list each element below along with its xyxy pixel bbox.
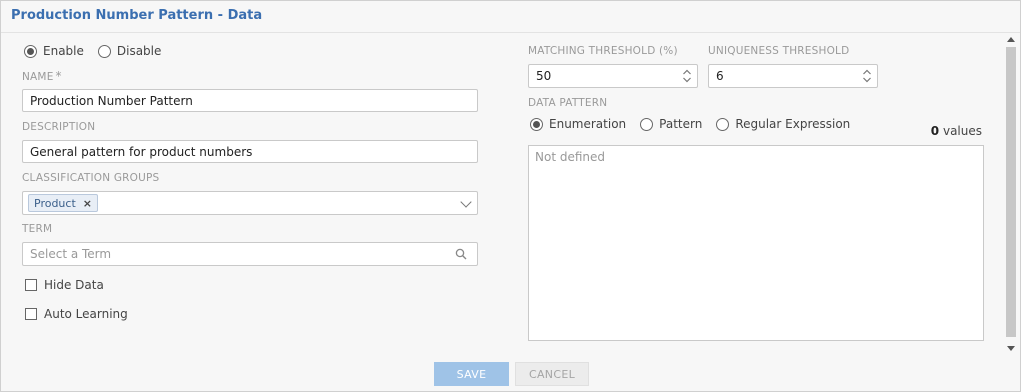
empty-text: Not defined [535, 150, 606, 164]
save-button[interactable]: SAVE [434, 362, 509, 386]
tag-remove-icon[interactable]: × [83, 197, 92, 210]
pattern-radio[interactable] [640, 117, 654, 131]
status-radio-group: Enable Disable [24, 44, 175, 58]
disable-label[interactable]: Disable [117, 44, 162, 58]
classification-tag: Product × [28, 194, 98, 212]
hide-data-option[interactable]: Hide Data [25, 278, 104, 292]
name-value: Production Number Pattern [30, 93, 193, 108]
disable-radio[interactable] [97, 44, 111, 58]
name-input[interactable]: Production Number Pattern [22, 89, 478, 112]
title-divider [1, 32, 1020, 33]
description-value: General pattern for product numbers [30, 144, 253, 159]
dialog-title: Production Number Pattern - Data [11, 8, 263, 23]
term-input[interactable]: Select a Term [22, 242, 478, 266]
uniqueness-threshold-label: UNIQUENESS THRESHOLD [708, 45, 850, 57]
matching-threshold-input[interactable]: 50 [528, 64, 698, 88]
term-placeholder: Select a Term [30, 247, 112, 261]
matching-threshold-label: MATCHING THRESHOLD (%) [528, 45, 678, 57]
pattern-values-textarea[interactable]: Not defined [528, 145, 984, 341]
scroll-up-icon[interactable] [1007, 37, 1015, 42]
values-number: 0 [930, 124, 940, 138]
description-label: DESCRIPTION [22, 121, 96, 133]
chevron-down-icon[interactable] [460, 196, 472, 208]
auto-learning-label[interactable]: Auto Learning [44, 307, 128, 321]
cancel-button[interactable]: CANCEL [515, 362, 589, 386]
auto-learning-option[interactable]: Auto Learning [25, 307, 128, 321]
values-suffix: values [942, 124, 982, 138]
scroll-down-icon[interactable] [1007, 346, 1015, 351]
values-count: 0 values [931, 124, 982, 138]
auto-learning-checkbox[interactable] [25, 308, 37, 320]
term-label: TERM [22, 223, 53, 235]
pattern-label[interactable]: Pattern [659, 117, 702, 131]
data-pattern-label: DATA PATTERN [528, 97, 608, 109]
hide-data-checkbox[interactable] [25, 279, 37, 291]
classification-label: CLASSIFICATION GROUPS [22, 172, 160, 184]
hide-data-label[interactable]: Hide Data [44, 278, 104, 292]
data-pattern-radio-group: Enumeration Pattern Regular Expression [530, 117, 864, 131]
enable-label[interactable]: Enable [43, 44, 84, 58]
regex-label[interactable]: Regular Expression [735, 117, 850, 131]
search-icon[interactable] [455, 248, 467, 260]
name-label: NAME * [22, 69, 62, 83]
matching-threshold-value: 50 [536, 69, 552, 83]
stepper-icon[interactable] [682, 69, 692, 83]
dialog-scrollbar[interactable] [1004, 33, 1016, 353]
scroll-thumb[interactable] [1006, 47, 1016, 337]
enumeration-label[interactable]: Enumeration [549, 117, 626, 131]
tag-label: Product [34, 196, 76, 210]
enable-radio[interactable] [24, 44, 37, 58]
stepper-icon[interactable] [862, 69, 872, 83]
regex-radio[interactable] [716, 117, 730, 131]
data-pattern-dialog: Production Number Pattern - Data Enable … [0, 0, 1021, 392]
uniqueness-threshold-input[interactable]: 6 [708, 64, 878, 88]
enumeration-radio[interactable] [530, 117, 543, 131]
description-input[interactable]: General pattern for product numbers [22, 140, 478, 163]
required-mark: * [55, 69, 62, 83]
classification-select[interactable]: Product × [22, 191, 478, 215]
uniqueness-threshold-value: 6 [716, 69, 724, 83]
